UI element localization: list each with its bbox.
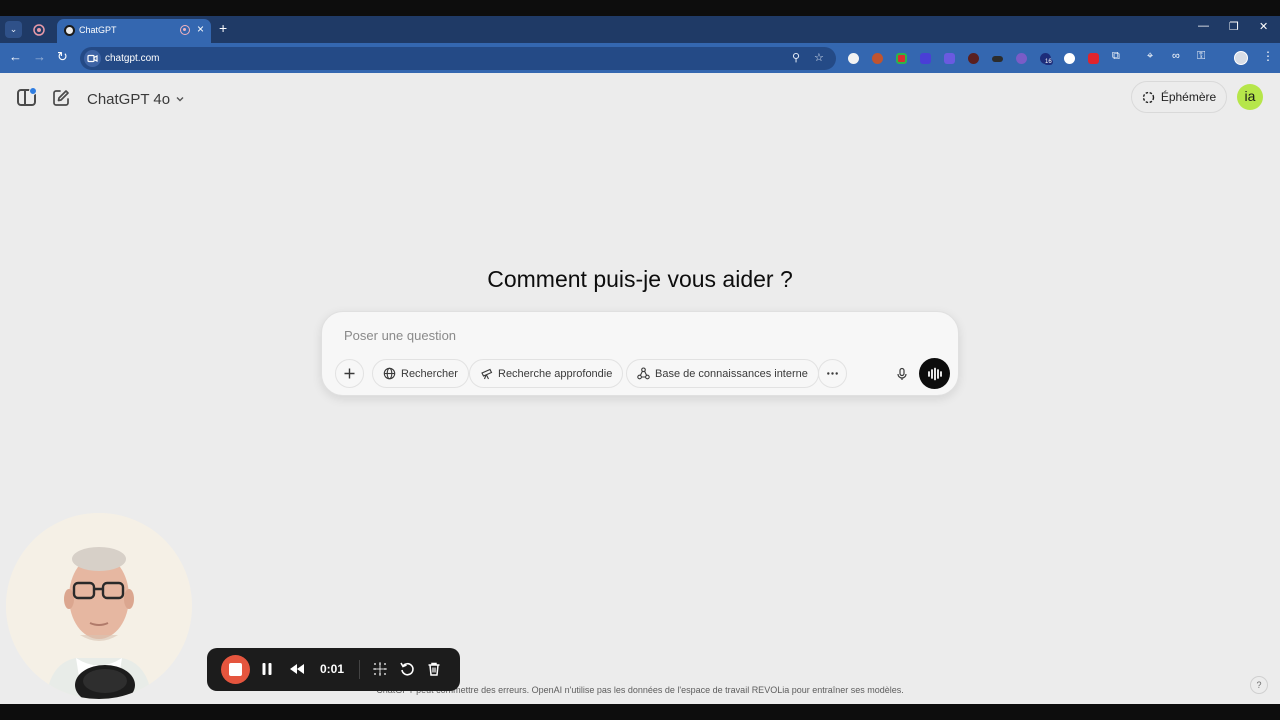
deep-research-button[interactable]: Recherche approfondie — [469, 359, 624, 388]
top-letterbox — [0, 0, 1280, 16]
extension-bar-icon[interactable] — [992, 56, 1003, 62]
deep-research-label: Recherche approfondie — [498, 367, 613, 380]
recording-tab-icon[interactable] — [30, 22, 48, 38]
drawing-grid-icon[interactable] — [372, 661, 388, 677]
link-icon[interactable]: ∞ — [1172, 50, 1180, 62]
more-tools-button[interactable] — [818, 359, 847, 388]
extension-chat-icon[interactable] — [848, 53, 859, 64]
password-key-icon[interactable]: ⚿ — [1197, 50, 1205, 63]
ephemeral-label: Éphémère — [1160, 90, 1217, 104]
search-tool-label: Rechercher — [401, 367, 458, 380]
toolbar-divider — [359, 660, 360, 679]
disclaimer-text: ChatGPT peut commettre des erreurs. Open… — [376, 685, 904, 695]
extension-v-icon[interactable] — [1088, 53, 1099, 64]
prompt-input[interactable] — [344, 326, 844, 344]
restore-icon[interactable]: ❐ — [1229, 20, 1239, 33]
voice-waveform-icon — [927, 367, 942, 380]
page-title: Comment puis-je vous aider ? — [487, 266, 793, 292]
extensions-puzzle-icon[interactable]: ⧉ — [1112, 50, 1120, 63]
dictate-button[interactable] — [887, 359, 916, 388]
restart-icon[interactable] — [399, 661, 415, 677]
user-avatar[interactable]: ia — [1237, 84, 1263, 110]
presenter-video — [6, 513, 192, 699]
record-indicator-icon — [180, 25, 190, 35]
pause-icon[interactable] — [261, 661, 273, 677]
profile-avatar[interactable] — [1234, 51, 1248, 65]
microphone-icon — [896, 367, 907, 380]
bookmark-star-icon[interactable]: ☆ — [814, 51, 824, 64]
url-text: chatgpt.com — [105, 53, 160, 64]
zoom-icon[interactable]: ⚲ — [792, 51, 800, 64]
new-chat-icon[interactable] — [52, 89, 70, 107]
voice-mode-button[interactable] — [919, 358, 950, 389]
recorder-toolbar: 0:01 — [207, 648, 460, 691]
extension-k-icon[interactable] — [968, 53, 979, 64]
dashed-circle-icon — [1142, 91, 1155, 103]
notification-dot — [29, 87, 37, 95]
plus-icon — [344, 368, 355, 379]
search-tool-button[interactable]: Rechercher — [372, 359, 469, 388]
bottom-letterbox — [0, 704, 1280, 720]
location-pin-icon[interactable]: ⌖ — [1147, 50, 1153, 63]
site-info-icon[interactable] — [84, 50, 101, 67]
address-bar[interactable]: chatgpt.com ⚲ ☆ — [80, 47, 836, 70]
help-button[interactable]: ? — [1250, 676, 1268, 694]
chatgpt-page: ChatGPT 4o Éphémère ia Comment puis-je v… — [0, 73, 1280, 704]
ephemeral-chat-button[interactable]: Éphémère — [1131, 81, 1227, 113]
forward-icon[interactable]: → — [33, 49, 46, 64]
connectors-icon — [637, 367, 650, 380]
trash-icon[interactable] — [426, 661, 442, 677]
close-window-icon[interactable]: ✕ — [1259, 20, 1268, 33]
tab-chatgpt[interactable]: ChatGPT × — [57, 19, 211, 43]
stop-recording-button[interactable] — [221, 655, 250, 684]
tab-close-icon[interactable]: × — [197, 22, 204, 36]
browser-tab-strip: ⌄ ChatGPT × + — ❐ ✕ — [0, 16, 1280, 43]
screen: ⌄ ChatGPT × + — ❐ ✕ ← → ↻ chatgpt.com ⚲ … — [0, 0, 1280, 720]
minimize-icon[interactable]: — — [1198, 20, 1209, 32]
wordpress-icon[interactable] — [1064, 53, 1075, 64]
tab-search-icon[interactable]: ⌄ — [5, 21, 22, 38]
model-selector[interactable]: ChatGPT 4o — [87, 89, 185, 109]
extension-record-icon[interactable] — [896, 53, 907, 64]
back-icon[interactable]: ← — [9, 49, 22, 64]
reload-icon[interactable]: ↻ — [57, 49, 68, 65]
telescope-icon — [481, 368, 493, 380]
globe-icon — [383, 367, 396, 380]
extension-red-icon[interactable] — [872, 53, 883, 64]
chevron-down-icon — [176, 97, 184, 102]
rewind-icon[interactable] — [288, 661, 306, 677]
webcam-bubble[interactable] — [6, 513, 192, 699]
tab-title: ChatGPT — [79, 25, 117, 35]
browser-toolbar: ← → ↻ chatgpt.com ⚲ ☆ 16 ⧉ ⌖ ∞ ⚿ ⋮ — [0, 43, 1280, 73]
recording-timer: 0:01 — [320, 662, 345, 676]
browser-menu-icon[interactable]: ⋮ — [1262, 49, 1274, 63]
openai-icon — [64, 25, 75, 36]
model-name: ChatGPT 4o — [87, 90, 171, 108]
knowledge-base-label: Base de connaissances interne — [655, 367, 808, 380]
knowledge-base-button[interactable]: Base de connaissances interne — [626, 359, 819, 388]
extension-grid-icon[interactable] — [944, 53, 955, 64]
more-icon — [827, 372, 838, 375]
composer: Rechercher Recherche approfondie Base de… — [321, 311, 959, 396]
extension-badge-count: 16 — [1044, 59, 1053, 65]
attach-button[interactable] — [335, 359, 364, 388]
extension-purple-icon[interactable] — [1016, 53, 1027, 64]
new-tab-icon[interactable]: + — [219, 20, 227, 36]
extension-play-icon[interactable] — [920, 53, 931, 64]
